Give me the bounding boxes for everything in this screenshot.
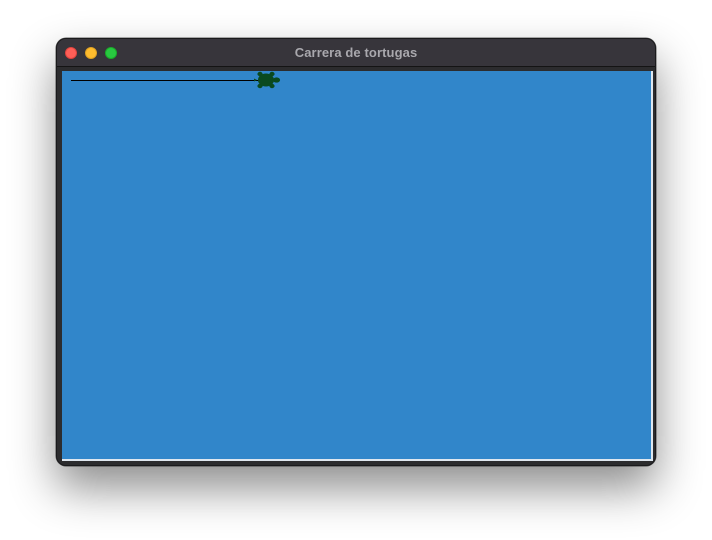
turtle-canvas [62,71,653,461]
window-title: Carrera de tortugas [294,45,418,60]
content-area [57,67,655,465]
turtle-drawing [71,71,281,89]
app-window: Carrera de tortugas [56,38,656,466]
title-bar[interactable]: Carrera de tortugas [57,39,655,67]
